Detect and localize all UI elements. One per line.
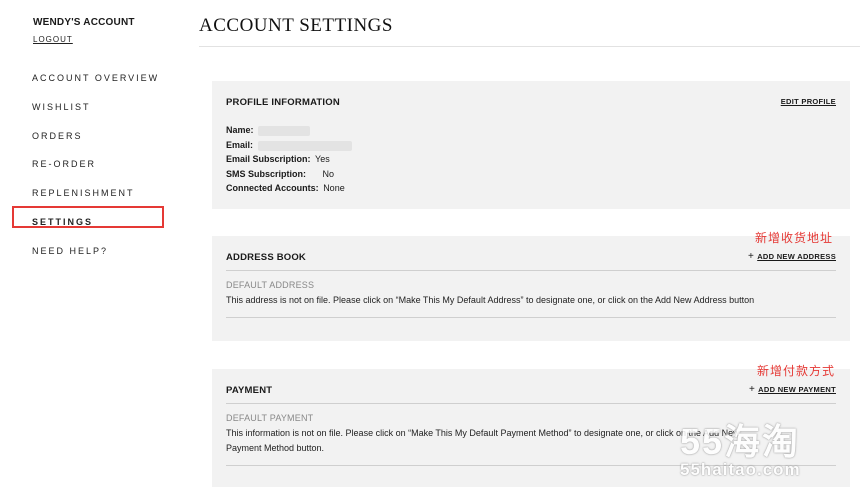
address-book-panel: ADDRESS BOOK + ADD NEW ADDRESS DEFAULT AD… <box>212 236 850 341</box>
sidebar: WENDY'S ACCOUNT LOGOUT ACCOUNT OVERVIEW … <box>0 0 190 498</box>
email-sub-value: Yes <box>315 154 330 164</box>
address-bottom-divider <box>226 317 836 318</box>
email-label: Email: <box>226 140 254 150</box>
connected-value: None <box>323 183 345 193</box>
default-address-label: DEFAULT ADDRESS <box>226 280 315 290</box>
sidebar-item-account-overview[interactable]: ACCOUNT OVERVIEW <box>32 73 159 83</box>
payment-divider <box>226 403 836 404</box>
address-message: This address is not on file. Please clic… <box>226 295 755 305</box>
profile-title: PROFILE INFORMATION <box>226 97 340 108</box>
add-new-payment-link[interactable]: + ADD NEW PAYMENT <box>749 384 836 395</box>
address-divider <box>226 270 836 271</box>
email-redacted <box>257 140 352 151</box>
profile-sms-row: SMS Subscription: No <box>226 169 334 179</box>
payment-title: PAYMENT <box>226 385 273 396</box>
email-sub-label: Email Subscription: <box>226 154 311 164</box>
watermark-small: 55haitao.com <box>680 460 801 479</box>
profile-connected-row: Connected Accounts: None <box>226 183 345 193</box>
name-label: Name: <box>226 125 254 135</box>
profile-email-sub-row: Email Subscription: Yes <box>226 154 330 164</box>
edit-profile-link[interactable]: EDIT PROFILE <box>781 97 836 106</box>
page-title: ACCOUNT SETTINGS <box>199 15 393 36</box>
sidebar-item-orders[interactable]: ORDERS <box>32 131 83 141</box>
add-new-address-link[interactable]: + ADD NEW ADDRESS <box>748 251 836 262</box>
sms-value: No <box>322 169 335 179</box>
connected-label: Connected Accounts: <box>226 183 319 193</box>
sidebar-item-settings[interactable]: SETTINGS <box>32 217 93 227</box>
sidebar-item-wishlist[interactable]: WISHLIST <box>32 102 91 112</box>
address-book-title: ADDRESS BOOK <box>226 252 306 263</box>
plus-icon: + <box>748 251 755 262</box>
sidebar-item-replenishment[interactable]: REPLENISHMENT <box>32 188 135 198</box>
profile-panel: PROFILE INFORMATION EDIT PROFILE Name: E… <box>212 81 850 209</box>
sms-label: SMS Subscription: <box>226 169 307 179</box>
default-payment-label: DEFAULT PAYMENT <box>226 413 314 423</box>
annotation-add-payment: 新增付款方式 <box>757 364 836 378</box>
logout-link[interactable]: LOGOUT <box>33 35 73 44</box>
add-new-address-label: ADD NEW ADDRESS <box>757 252 836 261</box>
plus-icon: + <box>749 384 756 395</box>
annotation-add-address: 新增收货地址 <box>755 231 834 245</box>
account-name: WENDY'S ACCOUNT <box>33 17 135 28</box>
watermark-big: 55海淘 <box>680 421 801 462</box>
title-divider <box>199 46 860 47</box>
sidebar-item-re-order[interactable]: RE-ORDER <box>32 159 96 169</box>
watermark-logo: 55海淘 55haitao.com <box>680 424 801 480</box>
add-new-payment-label: ADD NEW PAYMENT <box>758 385 836 394</box>
sidebar-item-need-help[interactable]: NEED HELP? <box>32 246 108 256</box>
name-redacted <box>258 125 311 136</box>
profile-name-row: Name: <box>226 125 311 136</box>
profile-email-row: Email: <box>226 140 352 151</box>
